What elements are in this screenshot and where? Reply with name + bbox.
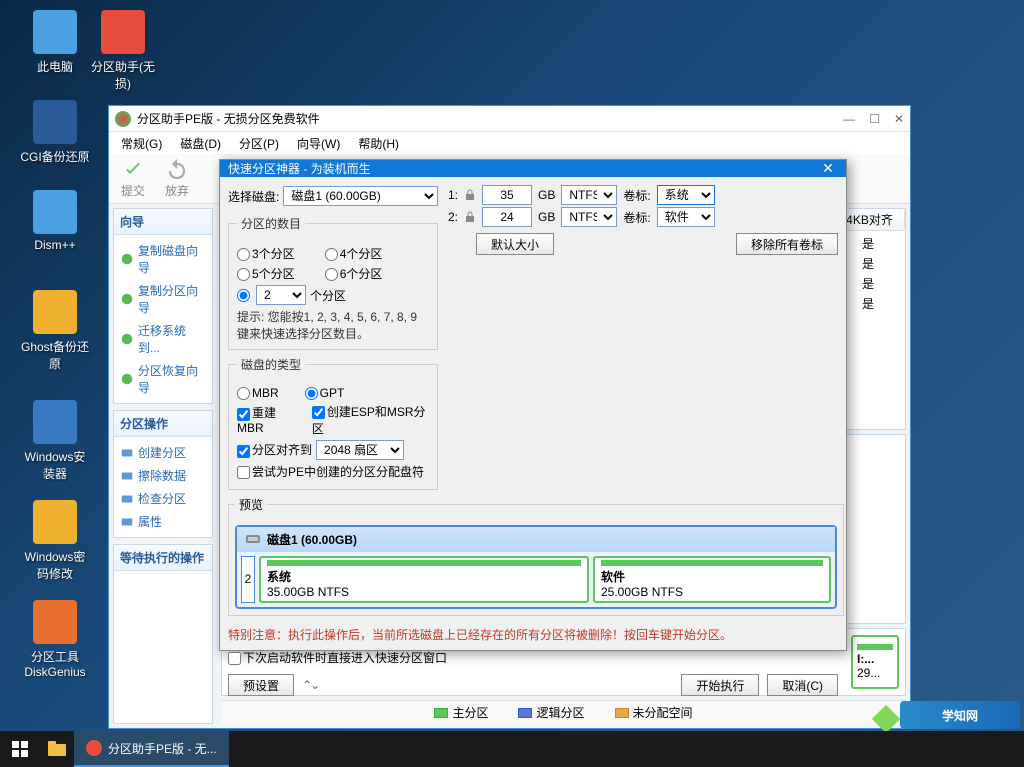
- menu-partition[interactable]: 分区(P): [231, 133, 287, 154]
- wizard-panel: 向导 复制磁盘向导复制分区向导迁移系统到...分区恢复向导: [113, 208, 213, 404]
- size-input[interactable]: [482, 185, 532, 205]
- window-title: 分区助手PE版 - 无损分区免费软件: [137, 110, 320, 127]
- warning-text: 特别注意：执行此操作后，当前所选磁盘上已经存在的所有分区将被删除！按回车键开始分…: [228, 626, 838, 643]
- dialog-close-button[interactable]: ✕: [818, 160, 838, 177]
- window-titlebar[interactable]: 分区助手PE版 - 无损分区免费软件 — ☐ ✕: [109, 106, 910, 132]
- sidebar-item[interactable]: 复制分区向导: [118, 279, 208, 319]
- remove-labels-button[interactable]: 移除所有卷标: [736, 233, 838, 255]
- taskbar[interactable]: 分区助手PE版 - 无...: [0, 731, 1024, 767]
- legend-logical-swatch: [518, 708, 532, 718]
- fs-dropdown[interactable]: NTFS: [561, 185, 617, 205]
- count-hint: 提示: 您能按1, 2, 3, 4, 5, 6, 7, 8, 9键来快速选择分区…: [237, 309, 429, 343]
- tool-commit[interactable]: 提交: [121, 158, 145, 199]
- desktop-icon[interactable]: Windows密码修改: [20, 500, 90, 582]
- partition-row: 1:GBNTFS卷标:系统: [446, 185, 838, 205]
- sidebar-item[interactable]: 检查分区: [118, 487, 208, 510]
- disk-type-group: 磁盘的类型 MBR GPT 重建MBR 创建ESP和MSR分区 分区对: [228, 356, 438, 490]
- radio-3-partitions[interactable]: 3个分区: [237, 245, 295, 262]
- desktop-icon[interactable]: 分区助手(无损): [88, 10, 158, 92]
- label-dropdown[interactable]: 系统: [657, 185, 715, 205]
- preview-partition: 软件25.00GB NTFS: [593, 556, 831, 603]
- radio-gpt[interactable]: GPT: [305, 386, 345, 400]
- desktop-icon[interactable]: 此电脑: [20, 10, 90, 75]
- preview-partition: 系统35.00GB NTFS: [259, 556, 589, 603]
- desktop-icon[interactable]: Windows安装器: [20, 400, 90, 482]
- pending-panel-title: 等待执行的操作: [114, 545, 212, 571]
- ops-panel-title: 分区操作: [114, 411, 212, 437]
- preset-button[interactable]: 预设置: [228, 674, 294, 696]
- custom-count-dropdown[interactable]: 2: [256, 285, 306, 305]
- default-size-button[interactable]: 默认大小: [476, 233, 554, 255]
- menu-bar: 常规(G) 磁盘(D) 分区(P) 向导(W) 帮助(H): [109, 132, 910, 154]
- preview-index: 2: [241, 556, 255, 603]
- taskbar-app-icon: [86, 740, 102, 756]
- label-dropdown[interactable]: 软件: [657, 207, 715, 227]
- legend-unalloc-swatch: [615, 708, 629, 718]
- menu-general[interactable]: 常规(G): [113, 133, 170, 154]
- select-disk-label: 选择磁盘:: [228, 188, 279, 205]
- check-next-boot[interactable]: 下次启动软件时直接进入快速分区窗口: [228, 649, 838, 666]
- watermark: 学知网 www.jmqz1000.com: [900, 701, 1020, 729]
- menu-disk[interactable]: 磁盘(D): [172, 133, 229, 154]
- start-button[interactable]: [0, 731, 40, 767]
- minimize-button[interactable]: —: [843, 112, 855, 126]
- quick-partition-dialog: 快速分区神器 - 为装机而生 ✕ 选择磁盘: 磁盘1 (60.00GB) 分区的…: [219, 159, 847, 651]
- menu-help[interactable]: 帮助(H): [350, 133, 407, 154]
- size-input[interactable]: [482, 207, 532, 227]
- align-dropdown[interactable]: 2048 扇区: [316, 440, 404, 460]
- radio-mbr[interactable]: MBR: [237, 386, 279, 400]
- desktop-icon[interactable]: 分区工具DiskGenius: [20, 600, 90, 679]
- desktop-icon[interactable]: Ghost备份还原: [20, 290, 90, 372]
- radio-5-partitions[interactable]: 5个分区: [237, 265, 295, 282]
- select-disk-dropdown[interactable]: 磁盘1 (60.00GB): [283, 186, 438, 206]
- sidebar-item[interactable]: 复制磁盘向导: [118, 239, 208, 279]
- preview-group: 预览 磁盘1 (60.00GB) 2系统35.00GB NTFS软件25.00G…: [228, 496, 844, 616]
- legend-primary-swatch: [434, 708, 448, 718]
- partition-count-group: 分区的数目 3个分区 4个分区 5个分区 6个分区: [228, 215, 438, 350]
- partition-row: 2:GBNTFS卷标:软件: [446, 207, 838, 227]
- disk-icon: [245, 532, 261, 546]
- check-pe-letters[interactable]: 尝试为PE中创建的分区分配盘符: [237, 463, 424, 480]
- sidebar-item[interactable]: 擦除数据: [118, 464, 208, 487]
- sidebar-item[interactable]: 属性: [118, 510, 208, 533]
- app-logo-icon: [115, 111, 131, 127]
- dialog-titlebar[interactable]: 快速分区神器 - 为装机而生 ✕: [220, 160, 846, 177]
- ops-panel: 分区操作 创建分区擦除数据检查分区属性: [113, 410, 213, 538]
- check-align[interactable]: 分区对齐到: [237, 441, 312, 458]
- close-button[interactable]: ✕: [894, 112, 904, 126]
- sidebar-item[interactable]: 分区恢复向导: [118, 359, 208, 399]
- taskbar-app[interactable]: 分区助手PE版 - 无...: [74, 731, 229, 767]
- pending-panel: 等待执行的操作: [113, 544, 213, 724]
- menu-wizard[interactable]: 向导(W): [289, 133, 348, 154]
- sidebar: 向导 复制磁盘向导复制分区向导迁移系统到...分区恢复向导 分区操作 创建分区擦…: [109, 204, 217, 728]
- check-rebuild-mbr[interactable]: 重建MBR: [237, 404, 298, 435]
- radio-6-partitions[interactable]: 6个分区: [325, 265, 383, 282]
- tool-discard[interactable]: 放弃: [165, 158, 189, 199]
- arrows-icon: ⌃⌄: [302, 678, 318, 692]
- desktop: 此电脑分区助手(无损) CGI备份还原 Dism++ Ghost备份还原 Windows…: [0, 0, 1024, 767]
- maximize-button[interactable]: ☐: [869, 112, 880, 126]
- check-create-esp[interactable]: 创建ESP和MSR分区: [312, 403, 429, 437]
- cancel-button[interactable]: 取消(C): [767, 674, 838, 696]
- diskmap-segment[interactable]: I:...29...: [851, 635, 899, 689]
- desktop-icon[interactable]: CGI备份还原: [20, 100, 90, 165]
- fs-dropdown[interactable]: NTFS: [561, 207, 617, 227]
- preview-disk: 磁盘1 (60.00GB) 2系统35.00GB NTFS软件25.00GB N…: [235, 525, 837, 609]
- lock-icon[interactable]: [464, 211, 476, 223]
- dialog-title: 快速分区神器 - 为装机而生: [228, 160, 371, 177]
- sidebar-item[interactable]: 创建分区: [118, 441, 208, 464]
- start-button[interactable]: 开始执行: [681, 674, 759, 696]
- desktop-icon[interactable]: Dism++: [20, 190, 90, 252]
- radio-4-partitions[interactable]: 4个分区: [325, 245, 383, 262]
- taskbar-explorer-icon[interactable]: [40, 731, 74, 767]
- lock-icon[interactable]: [464, 189, 476, 201]
- wizard-panel-title: 向导: [114, 209, 212, 235]
- sidebar-item[interactable]: 迁移系统到...: [118, 319, 208, 359]
- radio-custom-partitions[interactable]: [237, 288, 252, 302]
